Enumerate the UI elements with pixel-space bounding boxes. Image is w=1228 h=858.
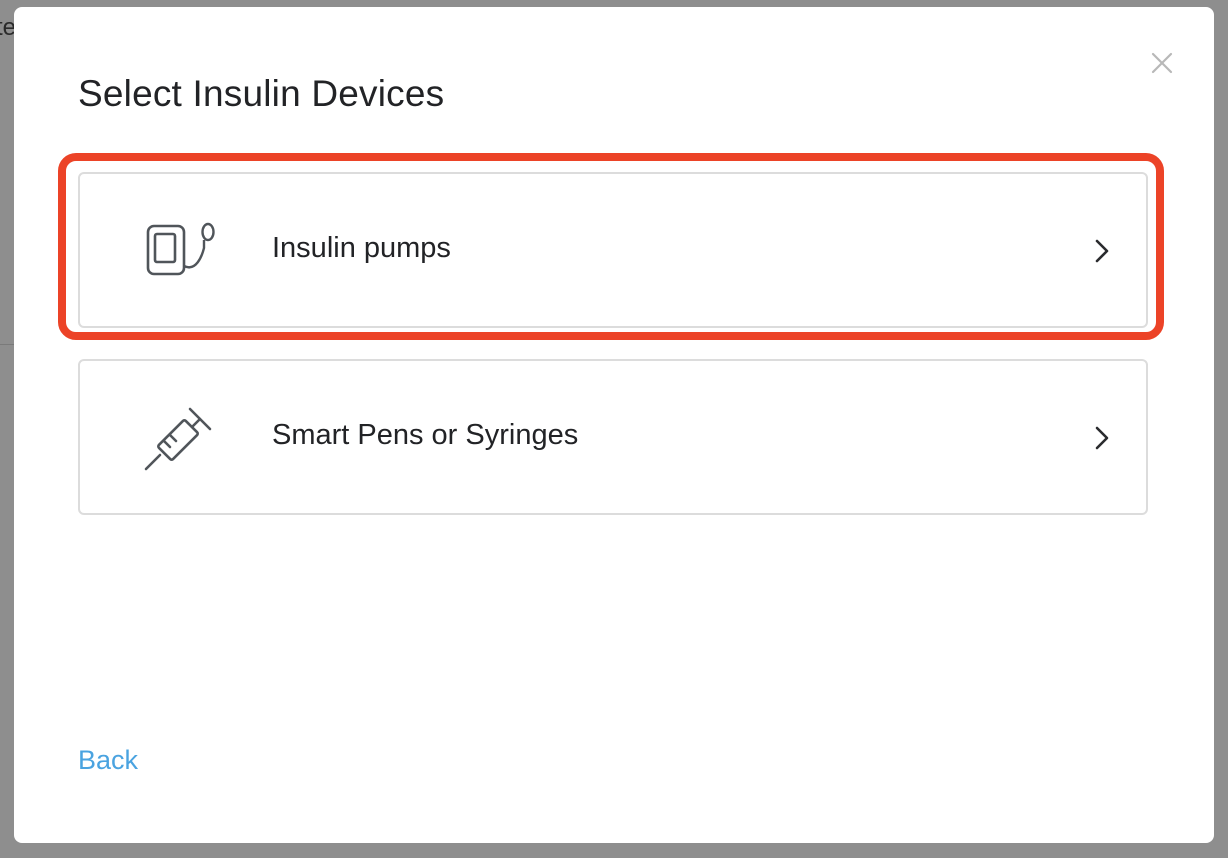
close-button[interactable] — [1147, 48, 1177, 78]
chevron-right-icon — [1095, 239, 1109, 263]
dialog-title: Select Insulin Devices — [78, 73, 445, 114]
chevron-right-icon — [1095, 426, 1109, 450]
insulin-pump-icon — [146, 222, 215, 276]
syringe-icon — [144, 407, 212, 471]
smart-pens-syringes-label: Smart Pens or Syringes — [272, 419, 579, 451]
smart-pens-syringes-option[interactable]: Smart Pens or Syringes — [78, 359, 1148, 515]
insulin-pumps-label: Insulin pumps — [272, 232, 451, 264]
close-icon — [1151, 52, 1173, 74]
back-link[interactable]: Back — [78, 745, 138, 776]
insulin-pumps-option[interactable]: Insulin pumps — [78, 172, 1148, 328]
background-divider — [0, 344, 14, 345]
select-insulin-devices-dialog: Select Insulin Devices Insulin pumps Sma… — [14, 7, 1214, 843]
